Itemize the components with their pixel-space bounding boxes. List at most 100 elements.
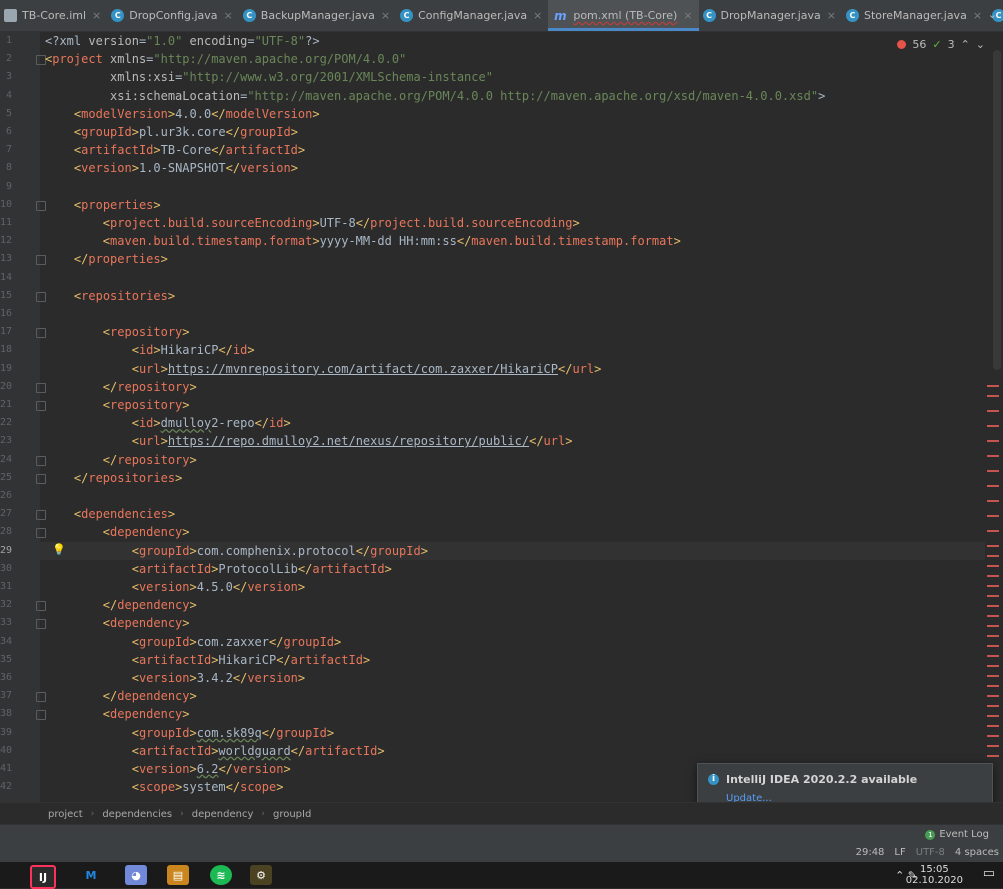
editor-tab[interactable]: C StoreManager.java × xyxy=(842,0,988,31)
error-stripe-mark[interactable] xyxy=(987,425,999,427)
error-stripe-mark[interactable] xyxy=(987,755,999,757)
close-tab-icon[interactable]: × xyxy=(92,9,101,22)
line-number[interactable]: 15 xyxy=(0,290,12,301)
close-tab-icon[interactable]: × xyxy=(827,9,836,22)
line-number[interactable]: 6 xyxy=(0,126,12,137)
code-editor[interactable]: 1 2 3 4 5 6 7 8 9 10 11 12 13 14 15 16 17 18 19 20 21 22 23 24 2… xyxy=(0,32,1003,802)
close-tab-icon[interactable]: × xyxy=(683,9,692,22)
error-stripe-mark[interactable] xyxy=(987,385,999,387)
error-stripe-mark[interactable] xyxy=(987,500,999,502)
line-number[interactable]: 23 xyxy=(0,435,12,446)
line-number[interactable]: 30 xyxy=(0,563,12,574)
line-number[interactable]: 22 xyxy=(0,417,12,428)
close-tab-icon[interactable]: × xyxy=(973,9,982,22)
breadcrumb-item[interactable]: project xyxy=(0,809,91,820)
close-tab-icon[interactable]: × xyxy=(381,9,390,22)
line-number[interactable]: 38 xyxy=(0,708,12,719)
line-number[interactable]: 7 xyxy=(0,144,12,155)
error-stripe-mark[interactable] xyxy=(987,665,999,667)
indent-setting[interactable]: 4 spaces xyxy=(955,847,999,858)
error-stripe-mark[interactable] xyxy=(987,545,999,547)
error-stripe-mark[interactable] xyxy=(987,575,999,577)
line-number[interactable]: 17 xyxy=(0,326,12,337)
breadcrumb-item[interactable]: groupId xyxy=(265,809,319,820)
line-number[interactable]: 3 xyxy=(0,71,12,82)
line-number[interactable]: 12 xyxy=(0,235,12,246)
error-stripe-mark[interactable] xyxy=(987,605,999,607)
line-number[interactable]: 9 xyxy=(0,181,12,192)
close-tab-icon[interactable]: × xyxy=(224,9,233,22)
line-separator[interactable]: LF xyxy=(894,847,905,858)
previous-highlight-icon[interactable]: ⌃ xyxy=(961,38,970,51)
error-stripe-mark[interactable] xyxy=(987,585,999,587)
line-number[interactable]: 26 xyxy=(0,490,12,501)
error-stripe-mark[interactable] xyxy=(987,735,999,737)
next-highlight-icon[interactable]: ⌄ xyxy=(976,38,985,51)
line-number[interactable]: 8 xyxy=(0,162,12,173)
line-number[interactable]: 35 xyxy=(0,654,12,665)
mailspring-taskbar-icon[interactable]: M xyxy=(80,865,102,885)
error-stripe-mark[interactable] xyxy=(987,440,999,442)
error-stripe-mark[interactable] xyxy=(987,595,999,597)
error-stripe-mark[interactable] xyxy=(987,530,999,532)
breadcrumb-item[interactable]: dependencies xyxy=(94,809,180,820)
editor-tab[interactable]: TB-Core.iml × xyxy=(0,0,107,31)
error-stripe-mark[interactable] xyxy=(987,745,999,747)
error-stripe-mark[interactable] xyxy=(987,395,999,397)
editor-tab[interactable]: C BackupManager.java × xyxy=(239,0,396,31)
line-number[interactable]: 19 xyxy=(0,363,12,374)
line-number[interactable]: 32 xyxy=(0,599,12,610)
line-number-gutter[interactable]: 1 2 3 4 5 6 7 8 9 10 11 12 13 14 15 16 17 18 19 20 21 22 23 24 2… xyxy=(0,32,46,802)
line-number[interactable]: 25 xyxy=(0,472,12,483)
editor-scrollbar[interactable] xyxy=(987,32,1003,802)
taskbar-clock[interactable]: 15:05 02.10.2020 xyxy=(906,864,963,886)
editor-tab[interactable]: C DropConfig.java × xyxy=(107,0,239,31)
breadcrumb-item[interactable]: dependency xyxy=(184,809,262,820)
editor-tab[interactable]: C DropManager.java × xyxy=(699,0,842,31)
winrar-taskbar-icon[interactable]: ▤ xyxy=(167,865,189,885)
error-stripe-mark[interactable] xyxy=(987,470,999,472)
intention-bulb-icon[interactable]: 💡 xyxy=(52,543,66,556)
line-number[interactable]: 36 xyxy=(0,672,12,683)
line-number[interactable]: 13 xyxy=(0,253,12,264)
line-number[interactable]: 42 xyxy=(0,781,12,792)
close-tab-icon[interactable]: × xyxy=(533,9,542,22)
inspection-widget[interactable]: 56 ✓ 3 ⌃ ⌄ xyxy=(897,38,985,51)
line-number[interactable]: 39 xyxy=(0,727,12,738)
line-number[interactable]: 2 xyxy=(0,53,12,64)
error-stripe-mark[interactable] xyxy=(987,615,999,617)
error-stripe-mark[interactable] xyxy=(987,565,999,567)
error-stripe-mark[interactable] xyxy=(987,725,999,727)
error-stripe-mark[interactable] xyxy=(987,675,999,677)
error-stripe-mark[interactable] xyxy=(987,555,999,557)
error-stripe-mark[interactable] xyxy=(987,485,999,487)
editor-tab[interactable]: C ConfigManager.java × xyxy=(396,0,548,31)
error-stripe-mark[interactable] xyxy=(987,455,999,457)
error-stripe-mark[interactable] xyxy=(987,685,999,687)
line-number[interactable]: 10 xyxy=(0,199,12,210)
line-number[interactable]: 37 xyxy=(0,690,12,701)
line-number[interactable]: 16 xyxy=(0,308,12,319)
line-number[interactable]: 18 xyxy=(0,344,12,355)
line-number[interactable]: 4 xyxy=(0,90,12,101)
discord-taskbar-icon[interactable]: ◕ xyxy=(125,865,147,885)
tab-list-chevron-icon[interactable]: ⌄ xyxy=(988,8,997,21)
error-stripe-mark[interactable] xyxy=(987,625,999,627)
file-encoding[interactable]: UTF-8 xyxy=(916,847,945,858)
error-stripe-mark[interactable] xyxy=(987,655,999,657)
error-stripe-mark[interactable] xyxy=(987,715,999,717)
line-number[interactable]: 24 xyxy=(0,454,12,465)
line-number[interactable]: 33 xyxy=(0,617,12,628)
error-stripe-mark[interactable] xyxy=(987,515,999,517)
line-number[interactable]: 1 xyxy=(0,35,12,46)
error-stripe-mark[interactable] xyxy=(987,705,999,707)
editor-tab[interactable]: m pom.xml (TB-Core) × xyxy=(548,0,699,31)
line-number[interactable]: 41 xyxy=(0,763,12,774)
error-stripe-mark[interactable] xyxy=(987,635,999,637)
action-center-icon[interactable]: ▭ xyxy=(983,866,995,881)
line-number[interactable]: 28 xyxy=(0,526,12,537)
spotify-taskbar-icon[interactable]: ≋ xyxy=(210,865,232,885)
line-number[interactable]: 11 xyxy=(0,217,12,228)
line-number[interactable]: 27 xyxy=(0,508,12,519)
line-number[interactable]: 40 xyxy=(0,745,12,756)
